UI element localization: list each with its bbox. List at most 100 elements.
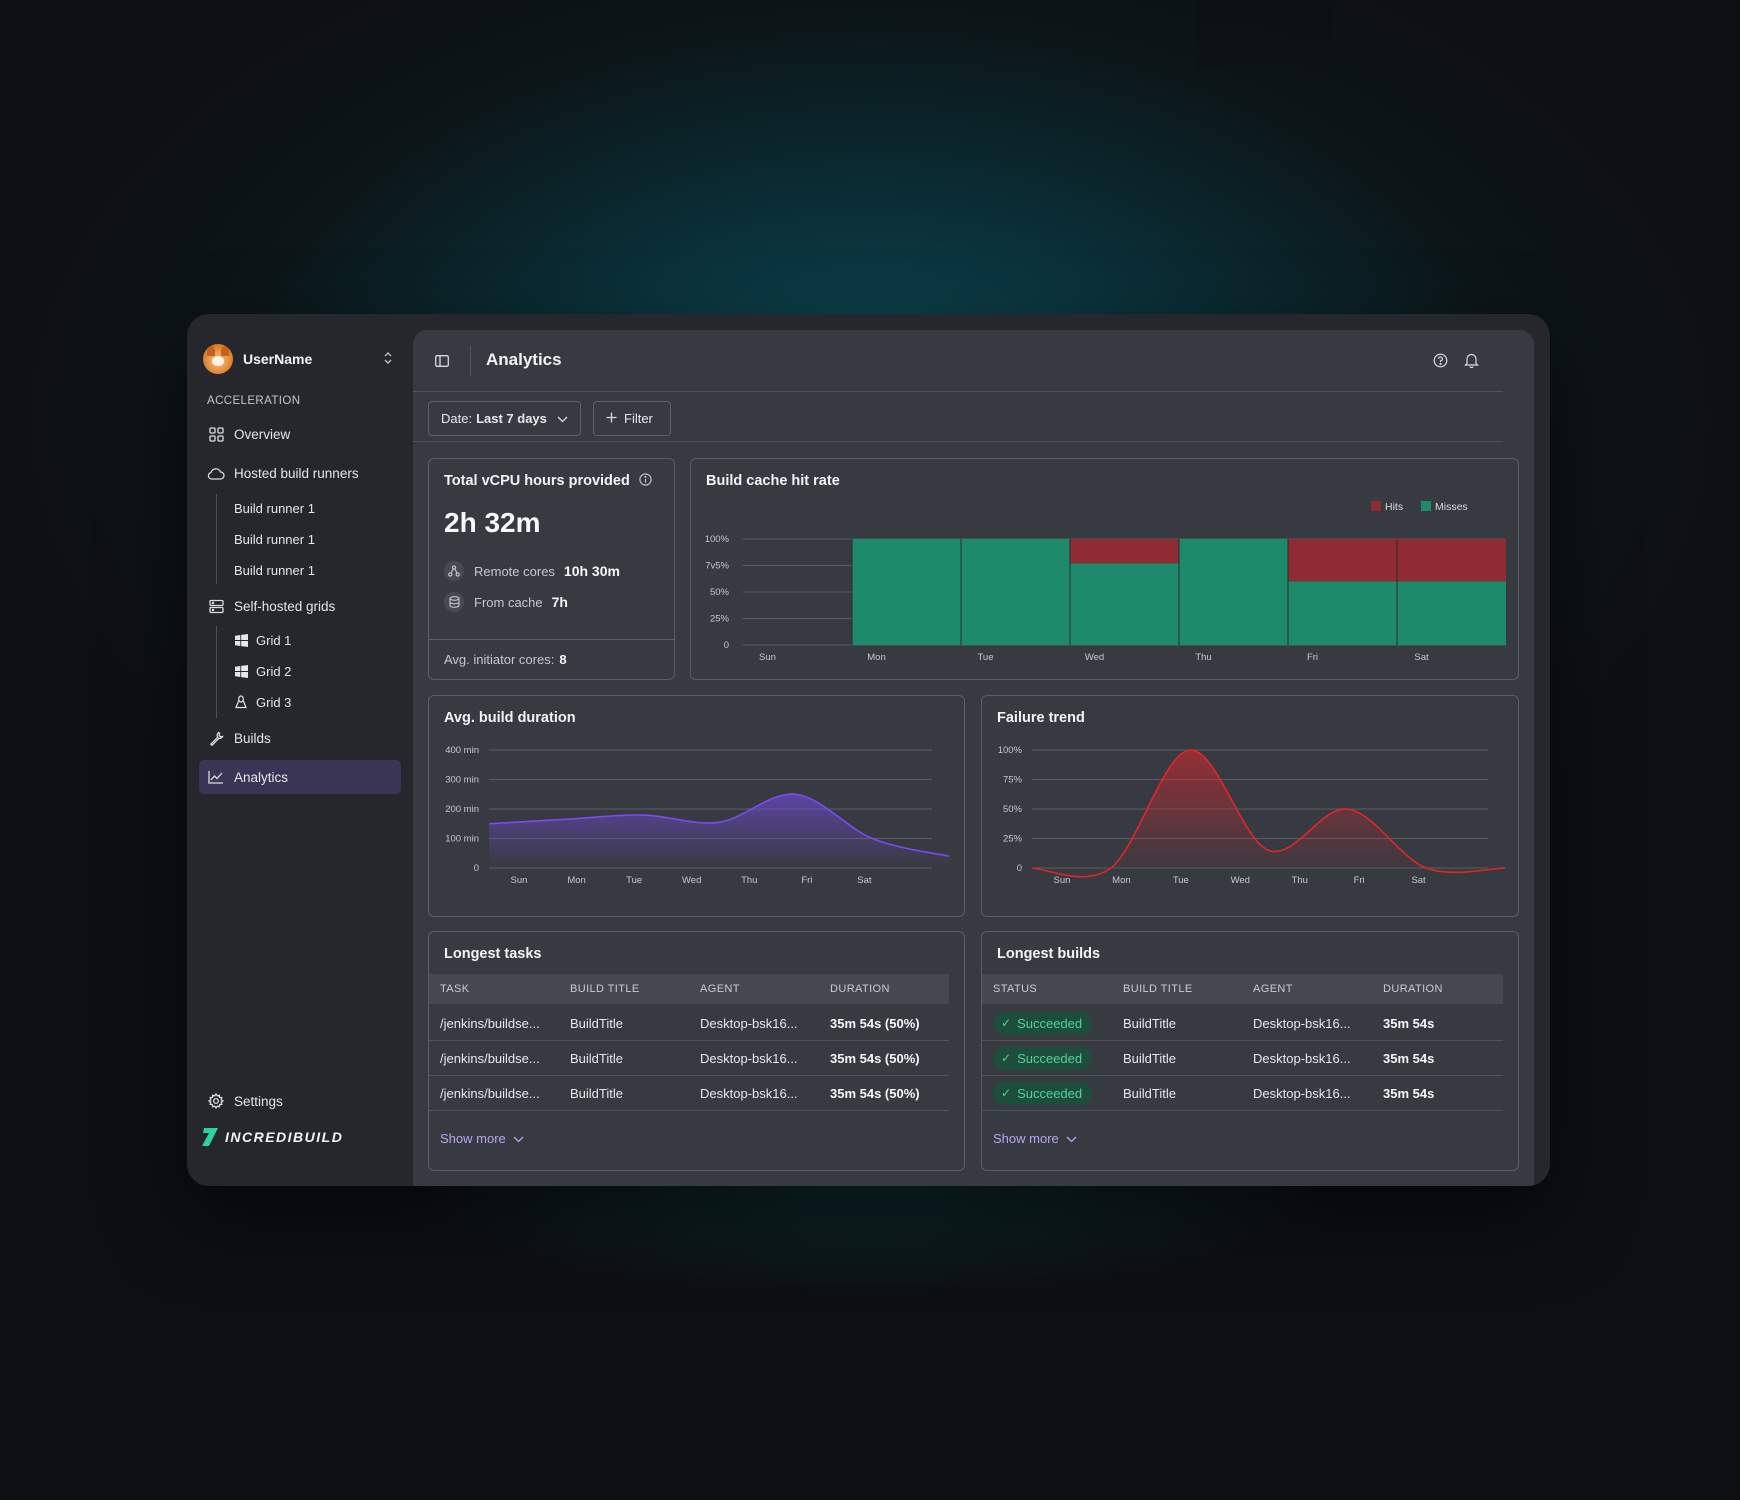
agent-cell: Desktop-bsk16... [1253, 1015, 1351, 1031]
task-cell: /jenkins/buildse... [440, 1085, 540, 1101]
table-row[interactable]: /jenkins/buildse... BuildTitle Desktop-b… [429, 1076, 949, 1111]
nav-analytics-label: Analytics [234, 769, 289, 785]
x-tick-label: Tue [1173, 875, 1189, 886]
grid-icon [207, 425, 225, 443]
vcpu-title-text: Total vCPU hours provided [444, 473, 630, 489]
y-tick-label: 0 [474, 863, 479, 874]
sidebar-item-runner-3[interactable]: Build runner 1 [234, 560, 315, 580]
info-icon[interactable] [639, 473, 652, 490]
bar-misses [852, 539, 961, 645]
help-icon[interactable] [1433, 353, 1448, 373]
tree-line [216, 626, 217, 718]
x-tick-label: Mon [867, 652, 885, 663]
x-tick-label: Wed [1231, 875, 1250, 886]
background-shade [1196, 0, 1332, 70]
x-tick-label: Fri [1354, 875, 1365, 886]
task-cell: /jenkins/buildse... [440, 1015, 540, 1031]
y-tick-label: 400 min [445, 745, 479, 756]
nav-self-hosted-grids[interactable]: Self-hosted grids [199, 589, 401, 623]
table-row[interactable]: /jenkins/buildse... BuildTitle Desktop-b… [429, 1006, 949, 1041]
remote-cores-row: Remote cores 10h 30m [444, 561, 620, 581]
sidebar-item-runner-1[interactable]: Build runner 1 [234, 498, 315, 518]
server-icon [207, 597, 225, 615]
y-tick-label: 100 min [445, 834, 479, 845]
longest-tasks-title: Longest tasks [444, 946, 542, 962]
incredibuild-logo-icon [202, 1128, 218, 1146]
build-title-cell: BuildTitle [570, 1015, 623, 1031]
x-tick-label: Thu [1195, 652, 1211, 663]
col-task: TASK [440, 983, 470, 995]
bell-icon[interactable] [1464, 352, 1479, 373]
chevron-updown-icon [383, 350, 393, 369]
duration-cell: 35m 54s [1383, 1085, 1435, 1101]
avg-initiator-cores: Avg. initiator cores: 8 [429, 639, 674, 679]
nav-settings[interactable]: Settings [199, 1084, 401, 1118]
user-switcher[interactable]: UserName [203, 344, 393, 374]
table-row[interactable]: ✓ Succeeded BuildTitle Desktop-bsk16... 3… [982, 1041, 1503, 1076]
legend-swatch-hits [1371, 501, 1381, 511]
main-panel: Analytics Date: Last 7 days Filter Total… [413, 330, 1534, 1186]
chevron-down-icon [1066, 1131, 1077, 1146]
date-range-dropdown[interactable]: Date: Last 7 days [428, 401, 581, 436]
longest-builds-card: Longest builds STATUS BUILD TITLE AGENT … [981, 931, 1519, 1171]
build-title-cell: BuildTitle [1123, 1085, 1176, 1101]
x-tick-label: Tue [977, 652, 993, 663]
status-cell: ✓ Succeeded [982, 1081, 1112, 1105]
bar-misses [1179, 539, 1288, 645]
status-label: Succeeded [1017, 1050, 1083, 1066]
x-tick-label: Sat [857, 875, 872, 886]
nav-overview-label: Overview [234, 426, 291, 442]
status-cell: ✓ Succeeded [982, 1046, 1112, 1070]
y-tick-label: 0 [724, 640, 729, 651]
sidebar-item-grid-2[interactable]: Grid 2 [234, 661, 291, 681]
grid-2-label: Grid 2 [256, 663, 292, 679]
nav-builds[interactable]: Builds [199, 721, 401, 755]
agent-cell: Desktop-bsk16... [1253, 1050, 1351, 1066]
x-tick-label: Sat [1411, 875, 1426, 886]
task-cell: /jenkins/buildse... [440, 1050, 540, 1066]
bar-hits [1070, 539, 1179, 564]
show-more-label: Show more [993, 1131, 1059, 1146]
sidebar-item-grid-1[interactable]: Grid 1 [234, 630, 291, 650]
y-tick-label: 75% [1003, 775, 1023, 786]
y-tick-label: 100% [705, 534, 730, 545]
y-tick-label: 200 min [445, 804, 479, 815]
date-value: Last 7 days [476, 411, 547, 426]
bar-hits [1288, 539, 1397, 582]
longest-tasks-header: TASK BUILD TITLE AGENT DURATION [429, 974, 949, 1004]
y-tick-label: 50% [1003, 804, 1023, 815]
nav-overview[interactable]: Overview [199, 417, 401, 451]
vcpu-total-value: 2h 32m [444, 507, 541, 538]
chevron-down-icon [557, 411, 568, 426]
check-icon: ✓ [1001, 1051, 1012, 1065]
sidebar-item-runner-2[interactable]: Build runner 1 [234, 529, 315, 549]
table-row[interactable]: ✓ Succeeded BuildTitle Desktop-bsk16... 3… [982, 1076, 1503, 1111]
duration-cell: 35m 54s [1383, 1050, 1435, 1066]
sidebar-toggle-icon[interactable] [435, 354, 449, 372]
builds-show-more-link[interactable]: Show more [993, 1131, 1077, 1146]
col-build-title: BUILD TITLE [1123, 983, 1193, 995]
tasks-show-more-link[interactable]: Show more [440, 1131, 524, 1146]
agent-cell: Desktop-bsk16... [700, 1015, 798, 1031]
longest-builds-title: Longest builds [997, 946, 1101, 962]
cache-hit-rate-chart: 0 25% 50% 7v5% 100% Sun Mon Tue Wed Thu Fri Sat Hits… [705, 501, 1506, 663]
bar-misses [1397, 581, 1506, 645]
nav-analytics[interactable]: Analytics [199, 760, 401, 794]
status-label: Succeeded [1017, 1015, 1083, 1031]
y-tick-label: 7v5% [705, 561, 729, 572]
windows-icon [234, 664, 248, 678]
filter-button[interactable]: Filter [593, 401, 671, 436]
show-more-label: Show more [440, 1131, 506, 1146]
top-bar: Analytics [413, 330, 1503, 392]
sidebar: UserName ACCELERATION Overview Hosted bu… [187, 314, 413, 1186]
failure-trend-card: Failure trend 0 25% 50% 75% 100% Sun Mon Tue Wed… [981, 695, 1519, 917]
table-row[interactable]: ✓ Succeeded BuildTitle Desktop-bsk16... 3… [982, 1006, 1503, 1041]
bar-hits [1397, 539, 1506, 582]
x-tick-label: Sun [1054, 875, 1071, 886]
nav-hosted-build-runners[interactable]: Hosted build runners [199, 456, 401, 490]
build-title-cell: BuildTitle [570, 1050, 623, 1066]
x-tick-label: Tue [626, 875, 642, 886]
chevron-down-icon [513, 1131, 524, 1146]
sidebar-item-grid-3[interactable]: Grid 3 [234, 692, 291, 712]
table-row[interactable]: /jenkins/buildse... BuildTitle Desktop-b… [429, 1041, 949, 1076]
